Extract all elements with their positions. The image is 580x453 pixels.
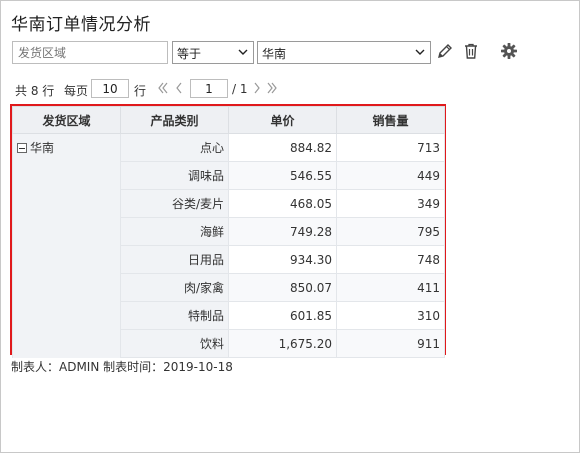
price-cell: 850.07 bbox=[228, 273, 337, 302]
filter-value-select[interactable]: 华南 bbox=[257, 41, 431, 64]
category-cell: 海鲜 bbox=[120, 217, 229, 246]
price-cell: 468.05 bbox=[228, 189, 337, 218]
category-cell: 点心 bbox=[120, 133, 229, 162]
page-title: 华南订单情况分析 bbox=[11, 15, 151, 35]
quantity-cell: 310 bbox=[336, 301, 445, 330]
price-cell: 934.30 bbox=[228, 245, 337, 274]
price-cell: 601.85 bbox=[228, 301, 337, 330]
filter-operator-select[interactable]: 等于 bbox=[172, 41, 254, 64]
region-label: 华南 bbox=[30, 141, 55, 155]
header-quantity[interactable]: 销售量 bbox=[336, 106, 445, 134]
first-page-icon[interactable] bbox=[157, 80, 169, 96]
report-footer: 制表人：ADMIN 制表时间：2019-10-18 bbox=[11, 360, 233, 374]
per-page-unit: 行 bbox=[134, 84, 147, 98]
price-cell: 884.82 bbox=[228, 133, 337, 162]
filter-value-text: 华南 bbox=[262, 47, 287, 61]
price-cell: 749.28 bbox=[228, 217, 337, 246]
report-table: 发货区域 产品类别 单价 销售量 华南 点心 884.82 713 调味品 54… bbox=[12, 106, 445, 358]
region-cell: 华南 bbox=[12, 133, 121, 358]
category-cell: 谷类/麦片 bbox=[120, 189, 229, 218]
quantity-cell: 449 bbox=[336, 161, 445, 190]
filter-operator-value: 等于 bbox=[177, 47, 202, 61]
filter-field-input[interactable] bbox=[12, 41, 168, 64]
quantity-cell: 411 bbox=[336, 273, 445, 302]
quantity-cell: 911 bbox=[336, 329, 445, 358]
collapse-icon[interactable] bbox=[17, 143, 27, 153]
next-page-icon[interactable] bbox=[251, 80, 263, 96]
chevron-down-icon bbox=[238, 49, 248, 55]
last-page-icon[interactable] bbox=[266, 80, 278, 96]
header-category[interactable]: 产品类别 bbox=[120, 106, 229, 134]
price-cell: 546.55 bbox=[228, 161, 337, 190]
chevron-down-icon bbox=[415, 49, 425, 55]
table-row: 华南 点心 884.82 713 bbox=[12, 133, 445, 358]
per-page-input[interactable] bbox=[91, 79, 129, 98]
header-price[interactable]: 单价 bbox=[228, 106, 337, 134]
price-cell: 1,675.20 bbox=[228, 329, 337, 358]
current-page-input[interactable] bbox=[190, 79, 228, 98]
trash-icon[interactable] bbox=[462, 42, 480, 60]
quantity-cell: 795 bbox=[336, 217, 445, 246]
category-cell: 调味品 bbox=[120, 161, 229, 190]
report-table-container: 发货区域 产品类别 单价 销售量 华南 点心 884.82 713 调味品 54… bbox=[10, 104, 446, 358]
prev-page-icon[interactable] bbox=[173, 80, 185, 96]
total-rows-label: 共 8 行 bbox=[15, 84, 55, 98]
quantity-cell: 713 bbox=[336, 133, 445, 162]
pencil-icon[interactable] bbox=[436, 42, 454, 60]
gear-icon[interactable] bbox=[500, 42, 518, 60]
category-cell: 特制品 bbox=[120, 301, 229, 330]
quantity-cell: 748 bbox=[336, 245, 445, 274]
report-panel: 华南订单情况分析 等于 华南 bbox=[0, 0, 580, 453]
per-page-label: 每页 bbox=[64, 84, 89, 98]
header-region[interactable]: 发货区域 bbox=[12, 106, 121, 134]
quantity-cell: 349 bbox=[336, 189, 445, 218]
total-pages-label: / 1 bbox=[232, 82, 248, 96]
category-cell: 肉/家禽 bbox=[120, 273, 229, 302]
category-cell: 日用品 bbox=[120, 245, 229, 274]
table-header-row: 发货区域 产品类别 单价 销售量 bbox=[12, 106, 445, 134]
category-cell: 饮料 bbox=[120, 329, 229, 358]
